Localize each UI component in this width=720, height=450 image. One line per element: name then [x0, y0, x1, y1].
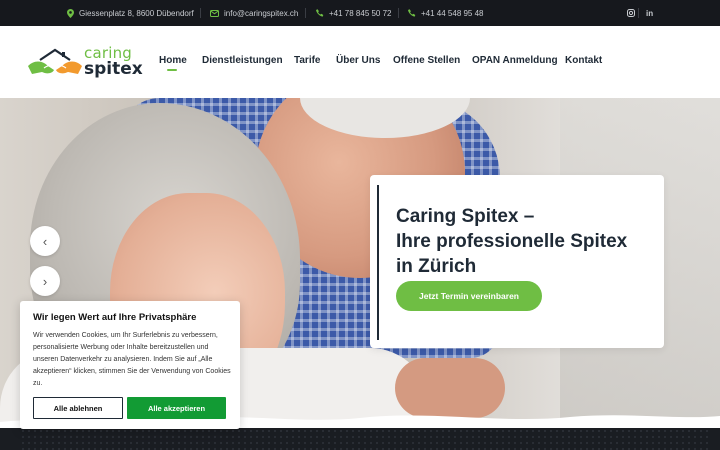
email-link[interactable]: info@caringspitex.ch — [224, 9, 298, 18]
phone-icon — [316, 9, 324, 17]
phone-item-2[interactable]: +41 44 548 95 48 — [408, 0, 484, 26]
top-contact-bar: Giessenplatz 8, 8600 Dübendorf info@cari… — [0, 0, 720, 26]
chevron-left-icon: ‹ — [42, 233, 48, 249]
divider — [305, 8, 306, 18]
footer-band — [0, 428, 720, 450]
reject-all-button[interactable]: Alle ablehnen — [33, 397, 123, 419]
nav-active-indicator — [167, 69, 177, 71]
phone-link-2[interactable]: +41 44 548 95 48 — [421, 9, 484, 18]
phone-item-1[interactable]: +41 78 845 50 72 — [316, 0, 392, 26]
divider — [398, 8, 399, 18]
accept-all-button[interactable]: Alle akzeptieren — [127, 397, 226, 419]
nav-home[interactable]: Home — [159, 55, 187, 66]
email-item[interactable]: info@caringspitex.ch — [210, 0, 298, 26]
book-appointment-button[interactable]: Jetzt Termin vereinbaren — [396, 281, 542, 311]
map-pin-icon — [67, 8, 74, 18]
slider-prev-button[interactable]: ‹ — [30, 226, 60, 256]
hero-card-accent-line — [377, 185, 379, 340]
cookie-body: Wir verwenden Cookies, um Ihr Surferlebn… — [33, 332, 231, 387]
phone-icon — [408, 9, 416, 17]
logo-icon — [28, 48, 82, 74]
logo[interactable]: caring spitex — [26, 44, 143, 84]
slider-next-button[interactable]: › — [30, 266, 60, 296]
chevron-right-icon: › — [42, 273, 48, 289]
logo-text-spitex: spitex — [84, 59, 143, 79]
nav-tarife[interactable]: Tarife — [294, 55, 321, 66]
divider — [638, 8, 639, 18]
hero-title: Caring Spitex – Ihre professionelle Spit… — [396, 206, 628, 277]
nav-dienstleistungen[interactable]: Dienstleistungen — [202, 55, 283, 66]
instagram-icon[interactable] — [627, 0, 635, 26]
site-header: caring spitex Home Dienstleistungen Tari… — [0, 26, 720, 98]
cookie-title: Wir legen Wert auf Ihre Privatsphäre — [33, 312, 197, 323]
address-text: Giessenplatz 8, 8600 Dübendorf — [79, 8, 194, 18]
cookie-consent-banner: Wir legen Wert auf Ihre Privatsphäre Wir… — [20, 301, 240, 429]
nav-offene-stellen[interactable]: Offene Stellen — [393, 55, 460, 66]
address-item: Giessenplatz 8, 8600 Dübendorf — [67, 0, 194, 26]
divider — [200, 8, 201, 18]
linkedin-icon[interactable]: in — [646, 0, 653, 26]
nav-ueber-uns[interactable]: Über Uns — [336, 55, 380, 66]
footer-pattern — [20, 428, 710, 450]
mail-icon — [210, 9, 219, 17]
nav-kontakt[interactable]: Kontakt — [565, 55, 602, 66]
nav-opan-anmeldung[interactable]: OPAN Anmeldung — [472, 55, 558, 66]
phone-link-1[interactable]: +41 78 845 50 72 — [329, 9, 392, 18]
hero-card: Caring Spitex – Ihre professionelle Spit… — [370, 175, 664, 348]
